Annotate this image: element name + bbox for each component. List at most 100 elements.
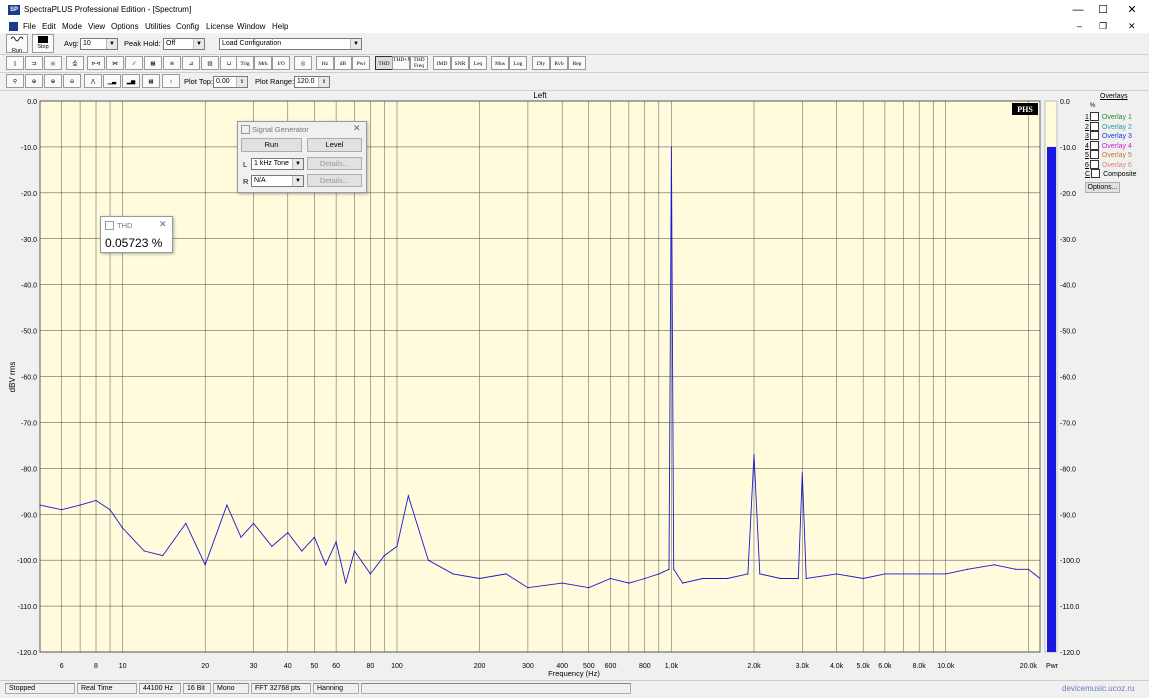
mdi-minimize-icon[interactable]: – <box>1077 21 1082 31</box>
scope-icon[interactable]: ⊿ <box>182 56 200 70</box>
log-button[interactable]: Log <box>509 56 527 70</box>
analysis-toolbar: ▯ ⊐ ▣ ⎙ ⊳⊲ ⋈ ∕∕ ▦ ≋ ⊿ ▥ ⊔ Trig Mrk I/O ◎… <box>0 55 1149 73</box>
series-point <box>702 577 704 580</box>
generator-level-button[interactable]: Level <box>307 138 362 152</box>
close-icon[interactable]: ✕ <box>353 123 361 134</box>
bars-icon[interactable]: ▥ <box>201 56 219 70</box>
close-icon[interactable]: ✕ <box>159 219 167 230</box>
sweep-icon[interactable]: ∕∕ <box>125 56 143 70</box>
menu-help[interactable]: Help <box>272 22 288 31</box>
bar-plot-icon[interactable]: ▁▃ <box>103 74 121 88</box>
peak-hold-select[interactable]: Off ▼ <box>163 38 205 50</box>
x-tick-label: 600 <box>605 663 617 670</box>
overlay-checkbox[interactable] <box>1089 150 1099 160</box>
overlays-options-button[interactable]: Options... <box>1085 182 1120 193</box>
zoom-icon[interactable]: ⚲ <box>6 74 24 88</box>
db-button[interactable]: dB <box>334 56 352 70</box>
print-icon[interactable]: ⎙ <box>66 56 84 70</box>
filter-icon[interactable]: ⋈ <box>106 56 124 70</box>
mdi-close-icon[interactable]: ✕ <box>1128 21 1136 32</box>
series-point <box>143 550 145 552</box>
close-button[interactable]: ✕ <box>1115 0 1149 21</box>
run-button[interactable]: Run <box>6 34 28 54</box>
app-icon[interactable]: SP <box>8 5 20 15</box>
pwr-button[interactable]: Pwr <box>352 56 370 70</box>
thdn-button[interactable]: THD+N <box>392 56 411 70</box>
menu-window[interactable]: Window <box>237 22 265 31</box>
left-signal-select[interactable]: 1 kHz Tone ▼ <box>251 158 304 170</box>
left-details-button[interactable]: Details... <box>307 157 362 170</box>
open-folder-icon[interactable]: ⊐ <box>25 56 43 70</box>
thd-freq-button[interactable]: THD Freq <box>410 56 428 70</box>
imd-button[interactable]: IMD <box>433 56 451 70</box>
zoom-y-icon[interactable]: ⊕ <box>44 74 62 88</box>
snr-button[interactable]: SNR <box>451 56 469 70</box>
overlay-checkbox[interactable] <box>1089 140 1099 150</box>
rvb-button[interactable]: Rvb <box>550 56 568 70</box>
menu-edit[interactable]: Edit <box>42 22 56 31</box>
menu-options[interactable]: Options <box>111 22 139 31</box>
overlay-checkbox[interactable] <box>1091 169 1101 179</box>
watermark: devicemusic.ucoz.ru <box>1062 684 1135 693</box>
generator-run-button[interactable]: Run <box>241 138 302 152</box>
zoom-reset-icon[interactable]: ⊖ <box>63 74 81 88</box>
menu-utilities[interactable]: Utilities <box>145 22 171 31</box>
plot-range-input[interactable]: 120.0 ⇕ <box>294 76 330 88</box>
mdi-icon[interactable] <box>9 22 18 31</box>
series-point <box>252 522 255 525</box>
overlay-row-2[interactable]: 2 Overlay 2 <box>1085 121 1132 131</box>
left-signal-value: 1 kHz Tone <box>254 160 289 167</box>
spectrum-icon[interactable]: ▦ <box>144 56 162 70</box>
waterfall-icon[interactable]: ≋ <box>163 56 181 70</box>
load-config-select[interactable]: Load Configuration ▼ <box>219 38 362 50</box>
overlay-row-6[interactable]: 6 Overlay 6 <box>1085 159 1132 169</box>
grid-icon[interactable]: ▦ <box>142 74 160 88</box>
overlay-checkbox[interactable] <box>1089 131 1099 141</box>
plot-top-input[interactable]: 0.00 ⇕ <box>213 76 248 88</box>
leq-button[interactable]: Leq <box>469 56 487 70</box>
calibrate-icon[interactable]: ◎ <box>294 56 312 70</box>
load-config-value: Load Configuration <box>222 40 282 47</box>
menu-license[interactable]: License <box>206 22 234 31</box>
octave-icon[interactable]: ▂▅ <box>122 74 140 88</box>
status-window: Hanning <box>313 683 359 694</box>
overlay-row-1[interactable]: 1 Overlay 1 <box>1085 112 1132 122</box>
rep-button[interactable]: Rep <box>568 56 586 70</box>
overlay-row-3[interactable]: 3 Overlay 3 <box>1085 131 1132 141</box>
menu-file[interactable]: File <box>23 22 36 31</box>
overlay-checkbox[interactable] <box>1089 159 1099 169</box>
overlay-row-4[interactable]: 4 Overlay 4 <box>1085 140 1132 150</box>
trig-button[interactable]: Trig <box>236 56 254 70</box>
hz-button[interactable]: Hz <box>316 56 334 70</box>
overlay-checkbox[interactable] <box>1089 112 1099 122</box>
spectrum-plot[interactable]: 0.0 -10.0 -20.0 -30.0 -40.0 -50.0 -60.0 -70.0 -8… <box>0 90 1149 680</box>
avg-select[interactable]: 10 ▼ <box>80 38 118 50</box>
dialog-icon <box>241 125 250 134</box>
dly-button[interactable]: Dly <box>532 56 550 70</box>
thd-button[interactable]: THD <box>375 56 393 70</box>
scale-icon[interactable]: ↕ <box>162 74 180 88</box>
plot-range-label: Plot Range: <box>255 77 295 86</box>
stop-button[interactable]: Stop <box>32 34 54 53</box>
overlay-row-5[interactable]: 5 Overlay 5 <box>1085 150 1132 160</box>
zoom-x-icon[interactable]: ⊕ <box>25 74 43 88</box>
y-tick-label: -90.0 <box>21 512 37 519</box>
mrk-button[interactable]: Mrk <box>254 56 272 70</box>
new-file-icon[interactable]: ▯ <box>6 56 24 70</box>
series-point <box>918 573 920 575</box>
x-tick-label: 6 <box>60 663 64 670</box>
menu-view[interactable]: View <box>88 22 105 31</box>
overlay-checkbox[interactable] <box>1089 121 1099 131</box>
line-plot-icon[interactable]: ⋀ <box>84 74 102 88</box>
mus-button[interactable]: Mus <box>491 56 509 70</box>
mdi-restore-icon[interactable]: ❐ <box>1099 21 1107 32</box>
right-signal-select[interactable]: N/A ▼ <box>251 175 304 187</box>
series-point <box>726 577 728 580</box>
overlay-row-C[interactable]: C Composite <box>1085 169 1137 179</box>
menu-mode[interactable]: Mode <box>62 22 82 31</box>
save-icon[interactable]: ▣ <box>44 56 62 70</box>
io-button[interactable]: I/O <box>272 56 290 70</box>
generator-icon[interactable]: ⊳⊲ <box>87 56 105 70</box>
menu-config[interactable]: Config <box>176 22 199 31</box>
right-details-button[interactable]: Details... <box>307 174 362 187</box>
